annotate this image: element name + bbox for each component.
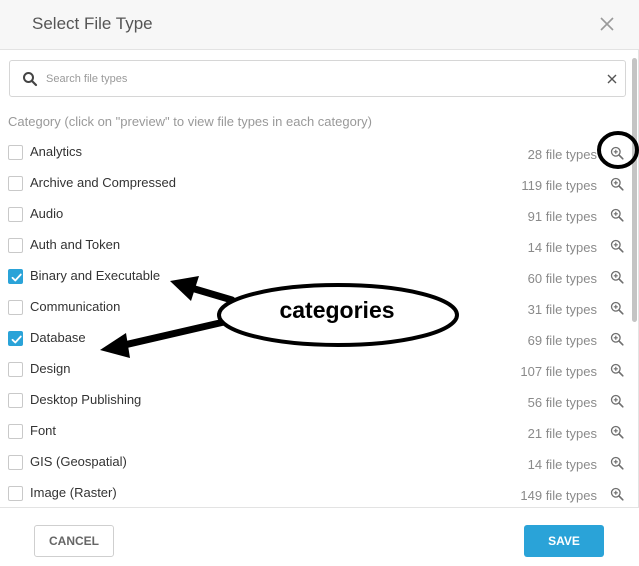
category-checkbox[interactable] <box>8 300 23 315</box>
preview-zoom-icon[interactable] <box>610 332 624 346</box>
category-name: Auth and Token <box>30 237 121 252</box>
search-input[interactable] <box>46 68 586 90</box>
preview-zoom-icon[interactable] <box>610 177 624 191</box>
category-checkbox[interactable] <box>8 331 23 346</box>
preview-zoom-icon[interactable] <box>610 239 624 253</box>
category-checkbox[interactable] <box>8 393 23 408</box>
category-row[interactable]: Auth and Token 14 file types <box>0 230 630 261</box>
category-checkbox[interactable] <box>8 238 23 253</box>
category-row[interactable]: Font 21 file types <box>0 416 630 447</box>
category-name: Analytics <box>30 144 83 159</box>
select-file-type-dialog: Select File Type Category (click on "pre… <box>0 0 639 566</box>
category-checkbox[interactable] <box>8 455 23 470</box>
dialog-footer: CANCEL SAVE <box>0 507 639 566</box>
category-name: Binary and Executable <box>30 268 161 283</box>
preview-zoom-icon[interactable] <box>610 270 624 284</box>
category-name: GIS (Geospatial) <box>30 454 127 469</box>
category-checkbox[interactable] <box>8 176 23 191</box>
preview-zoom-icon[interactable] <box>610 425 624 439</box>
category-checkbox[interactable] <box>8 362 23 377</box>
cancel-button[interactable]: CANCEL <box>34 525 114 557</box>
file-type-count: 14 file types <box>527 457 597 472</box>
preview-zoom-icon[interactable] <box>610 301 624 315</box>
category-name: Audio <box>30 206 64 221</box>
category-checkbox[interactable] <box>8 486 23 501</box>
category-row[interactable]: Desktop Publishing 56 file types <box>0 385 630 416</box>
category-row[interactable]: Analytics 28 file types <box>0 137 630 168</box>
search-icon <box>23 72 38 87</box>
category-name: Database <box>30 330 86 345</box>
clear-search-icon[interactable] <box>606 73 618 85</box>
preview-zoom-icon[interactable] <box>610 208 624 222</box>
file-type-count: 60 file types <box>527 271 597 286</box>
category-row[interactable]: Audio 91 file types <box>0 199 630 230</box>
close-icon[interactable] <box>598 15 616 33</box>
preview-zoom-icon[interactable] <box>610 394 624 408</box>
file-type-count: 31 file types <box>527 302 597 317</box>
category-name: Archive and Compressed <box>30 175 176 190</box>
file-type-count: 91 file types <box>527 209 597 224</box>
preview-zoom-icon[interactable] <box>610 456 624 470</box>
category-checkbox[interactable] <box>8 207 23 222</box>
category-name: Communication <box>30 299 121 314</box>
category-instructions: Category (click on "preview" to view fil… <box>8 114 372 129</box>
scrollbar[interactable] <box>632 58 637 322</box>
preview-zoom-icon[interactable] <box>610 487 624 501</box>
file-type-count: 21 file types <box>527 426 597 441</box>
category-row[interactable]: GIS (Geospatial) 14 file types <box>0 447 630 478</box>
callout-text: categories <box>279 297 395 323</box>
category-row[interactable]: Database 69 file types <box>0 323 630 354</box>
category-name: Font <box>30 423 57 438</box>
category-name: Design <box>30 361 71 376</box>
file-type-count: 56 file types <box>527 395 597 410</box>
file-type-count: 28 file types <box>527 147 597 162</box>
category-checkbox[interactable] <box>8 269 23 284</box>
file-type-count: 107 file types <box>520 364 597 379</box>
search-box <box>9 60 626 97</box>
category-row[interactable]: Image (Raster) 149 file types <box>0 478 630 507</box>
dialog-header: Select File Type <box>0 0 639 50</box>
category-row[interactable]: Binary and Executable 60 file types <box>0 261 630 292</box>
category-name: Desktop Publishing <box>30 392 142 407</box>
dialog-title: Select File Type <box>32 14 153 33</box>
file-type-count: 149 file types <box>520 488 597 503</box>
category-row[interactable]: Archive and Compressed 119 file types <box>0 168 630 199</box>
category-row[interactable]: Design 107 file types <box>0 354 630 385</box>
file-type-count: 119 file types <box>521 178 597 193</box>
category-name: Image (Raster) <box>30 485 117 500</box>
preview-zoom-icon[interactable] <box>610 363 624 377</box>
file-type-count: 69 file types <box>527 333 597 348</box>
save-button[interactable]: SAVE <box>524 525 604 557</box>
category-checkbox[interactable] <box>8 424 23 439</box>
preview-zoom-icon[interactable] <box>610 146 624 160</box>
category-checkbox[interactable] <box>8 145 23 160</box>
file-type-count: 14 file types <box>527 240 597 255</box>
